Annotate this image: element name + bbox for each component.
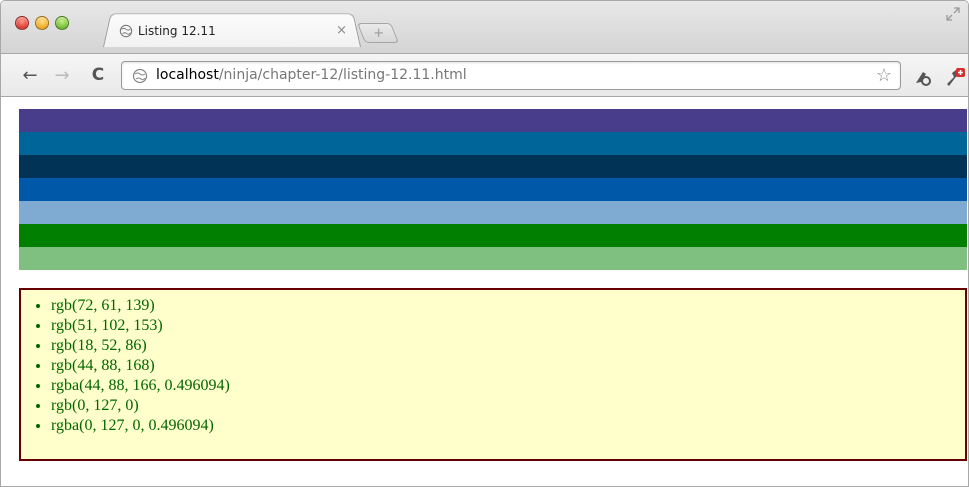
globe-icon — [119, 24, 133, 38]
plus-icon: + — [372, 25, 384, 41]
color-list-item: rgb(51, 102, 153) — [51, 316, 965, 336]
color-bar — [19, 109, 967, 132]
bookmark-star-icon[interactable]: ☆ — [876, 65, 892, 86]
address-bar[interactable]: localhost/ninja/chapter-12/listing-12.11… — [121, 61, 901, 90]
fullscreen-icon[interactable] — [946, 7, 960, 21]
forward-button[interactable]: → — [51, 64, 73, 86]
color-bar — [19, 247, 967, 270]
browser-toolbar: ← → C localhost/ninja/chapter-12/listing… — [1, 53, 968, 97]
title-bar: Listing 12.11 × + — [1, 1, 968, 53]
color-bar — [19, 224, 967, 247]
wrench-menu-icon[interactable] — [945, 68, 965, 88]
computed-colors-box: rgb(72, 61, 139)rgb(51, 102, 153)rgb(18,… — [19, 288, 967, 461]
close-tab-icon[interactable]: × — [336, 23, 347, 38]
color-bars — [19, 109, 967, 270]
minimize-window-button[interactable] — [35, 16, 49, 30]
url-text[interactable]: localhost/ninja/chapter-12/listing-12.11… — [156, 67, 467, 83]
color-list-item: rgb(0, 127, 0) — [51, 396, 965, 416]
window-controls — [15, 16, 69, 30]
color-list-item: rgb(18, 52, 86) — [51, 336, 965, 356]
url-path: /ninja/chapter-12/listing-12.11.html — [218, 67, 467, 83]
color-list-item: rgba(44, 88, 166, 0.496094) — [51, 376, 965, 396]
url-host: localhost — [156, 67, 219, 83]
extension-icon[interactable] — [913, 68, 933, 88]
color-bar — [19, 178, 967, 201]
color-bar — [19, 201, 967, 224]
tab-title: Listing 12.11 — [138, 24, 216, 38]
tab-content: Listing 12.11 × — [113, 15, 357, 47]
close-window-button[interactable] — [15, 16, 29, 30]
color-bar — [19, 132, 967, 155]
page-content: rgb(72, 61, 139)rgb(51, 102, 153)rgb(18,… — [2, 98, 968, 486]
color-list-item: rgb(44, 88, 168) — [51, 356, 965, 376]
zoom-window-button[interactable] — [55, 16, 69, 30]
page-info-icon[interactable] — [132, 68, 148, 84]
computed-colors-list: rgb(72, 61, 139)rgb(51, 102, 153)rgb(18,… — [51, 296, 965, 436]
color-bar — [19, 155, 967, 178]
back-button[interactable]: ← — [19, 64, 41, 86]
color-list-item: rgba(0, 127, 0, 0.496094) — [51, 416, 965, 436]
reload-button[interactable]: C — [87, 64, 109, 86]
new-tab-button[interactable]: + — [356, 23, 400, 43]
color-list-item: rgb(72, 61, 139) — [51, 296, 965, 316]
browser-window: Listing 12.11 × + ← → C localhost/ninja/… — [0, 0, 969, 487]
